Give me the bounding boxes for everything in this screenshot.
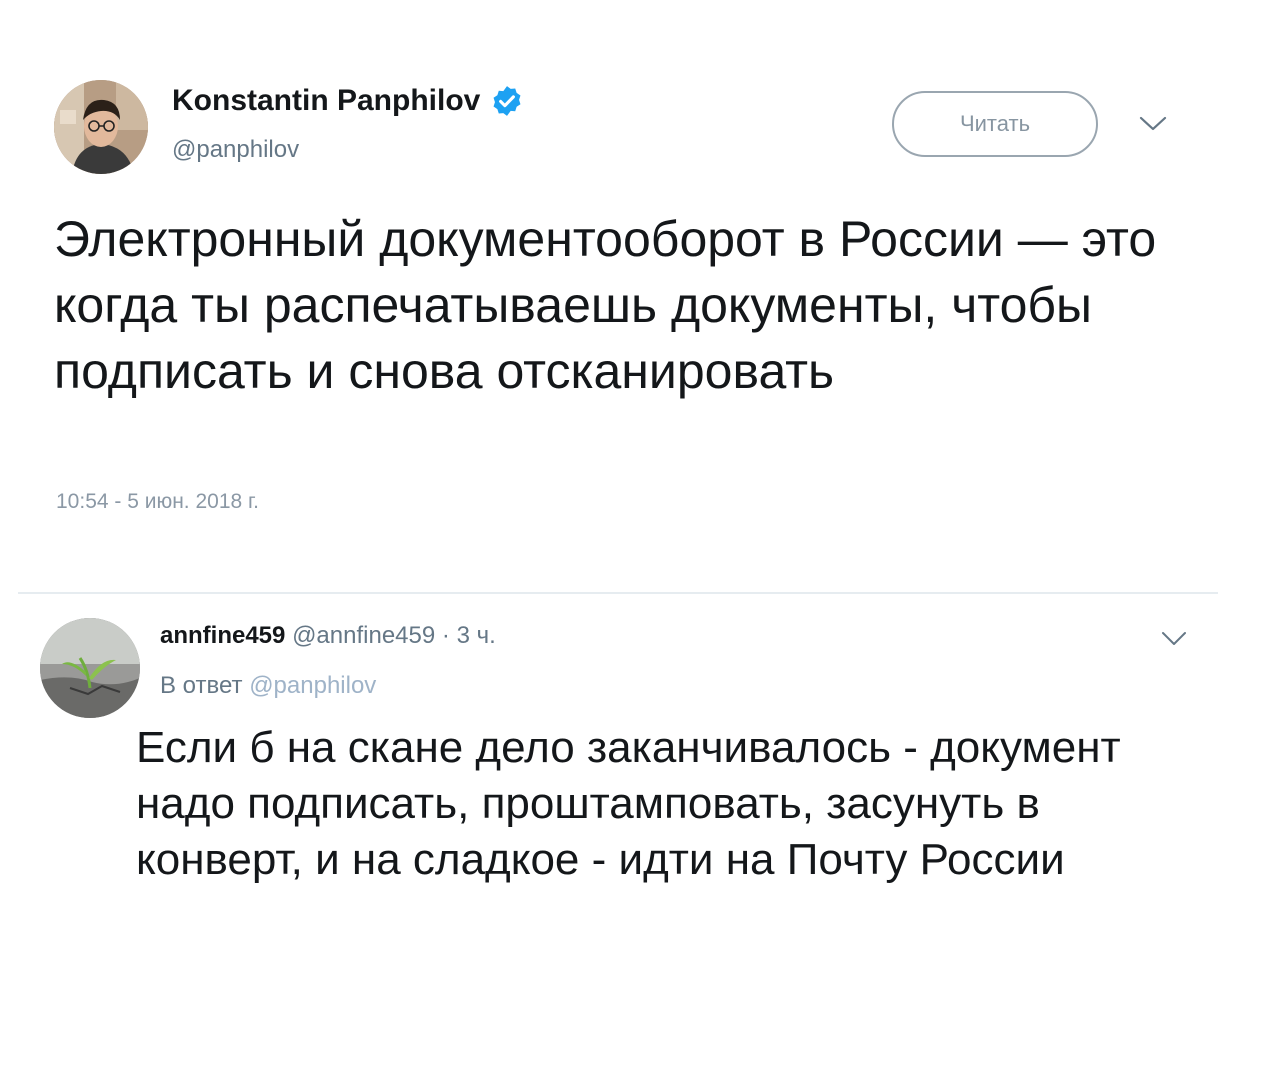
reply-avatar[interactable] (40, 618, 140, 718)
reply-header: annfine459 @annfine459 · 3 ч. (160, 622, 496, 650)
divider (18, 592, 1218, 594)
author-avatar[interactable] (54, 80, 148, 174)
separator-dot: · (441, 622, 450, 649)
reply-to-line: В ответ @panphilov (160, 672, 376, 700)
chevron-down-icon[interactable] (1160, 630, 1188, 648)
tweet-timestamp[interactable]: 10:54 - 5 июн. 2018 г. (56, 490, 259, 514)
reply-age[interactable]: 3 ч. (457, 622, 496, 649)
tweet-text: Электронный документооборот в России — э… (54, 211, 1157, 399)
reply-author-handle[interactable]: @annfine459 (292, 622, 435, 649)
chevron-down-icon[interactable] (1138, 114, 1168, 134)
author-handle[interactable]: @panphilov (172, 136, 299, 164)
author-name[interactable]: Konstantin Panphilov (172, 84, 524, 118)
follow-button[interactable]: Читать (892, 91, 1098, 157)
reply-to-link[interactable]: @panphilov (249, 672, 376, 699)
reply-text: Если б на скане дело заканчивалось - док… (136, 723, 1121, 884)
verified-badge-icon (490, 84, 524, 118)
author-name-text[interactable]: Konstantin Panphilov (172, 84, 480, 118)
reply-author-name[interactable]: annfine459 (160, 622, 285, 649)
reply-prefix: В ответ (160, 672, 243, 699)
